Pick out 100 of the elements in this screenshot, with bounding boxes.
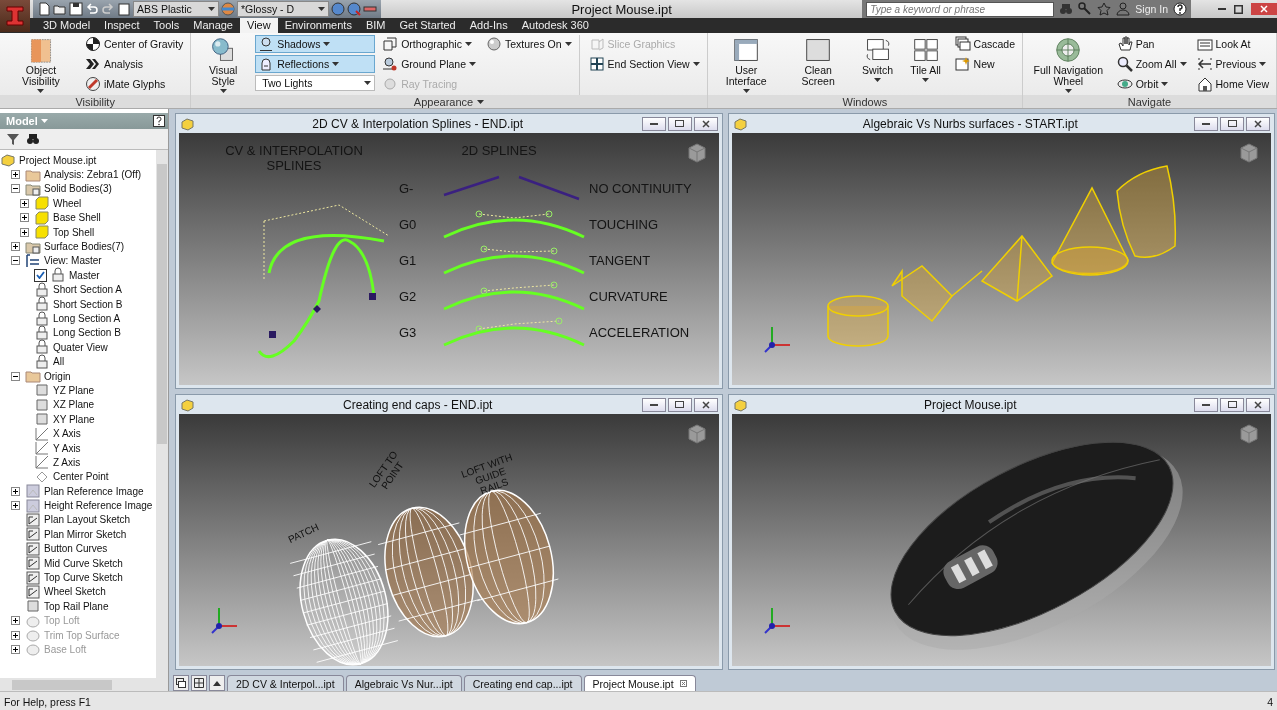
- close-button[interactable]: [693, 116, 718, 131]
- tree-item[interactable]: Long Section B: [53, 327, 121, 339]
- document-tab[interactable]: Algebraic Vs Nur...ipt: [345, 675, 462, 691]
- ribbon-tab[interactable]: Get Started: [392, 18, 463, 33]
- sign-in-link[interactable]: Sign In: [1135, 3, 1168, 15]
- expand-toggle[interactable]: [11, 242, 20, 252]
- tree-item[interactable]: All: [53, 356, 65, 368]
- ribbon-button[interactable]: Previous: [1193, 55, 1272, 73]
- view-cube-icon[interactable]: [686, 143, 707, 163]
- tree-item[interactable]: Short Section A: [53, 284, 122, 296]
- viewport[interactable]: [731, 414, 1271, 666]
- tree-item[interactable]: YZ Plane: [53, 384, 95, 396]
- cascade-button[interactable]: [173, 675, 189, 691]
- view-cube-icon[interactable]: [686, 424, 707, 444]
- ribbon-button[interactable]: Orbit: [1113, 75, 1190, 93]
- restore-button[interactable]: [1220, 116, 1244, 131]
- tree-item[interactable]: Y Axis: [53, 442, 81, 454]
- ribbon-tab[interactable]: Environments: [277, 18, 359, 33]
- expand-toggle[interactable]: [11, 256, 20, 266]
- viewport[interactable]: [731, 133, 1271, 385]
- minimize-button[interactable]: [641, 116, 666, 131]
- expand-toggle[interactable]: [20, 227, 29, 237]
- search-field[interactable]: Type a keyword or phrase: [866, 1, 1055, 17]
- ribbon-button[interactable]: Home View: [1193, 75, 1272, 93]
- expand-toggle[interactable]: [11, 371, 20, 381]
- ribbon-button[interactable]: Object Visibility: [4, 35, 78, 95]
- tree-item[interactable]: Solid Bodies(3): [44, 183, 112, 195]
- ribbon-tab[interactable]: Add-Ins: [462, 18, 515, 33]
- expand-toggle[interactable]: [11, 486, 20, 496]
- view-cube-icon[interactable]: [1239, 143, 1259, 163]
- ribbon-tab[interactable]: BIM: [358, 18, 393, 33]
- tree-item[interactable]: Plan Reference Image: [44, 485, 144, 497]
- document-tab[interactable]: 2D CV & Interpol...ipt: [227, 675, 344, 691]
- vertical-scrollbar[interactable]: [156, 150, 168, 678]
- view-cube-icon[interactable]: [1239, 424, 1259, 444]
- restore-button[interactable]: [1220, 397, 1244, 412]
- expand-toggle[interactable]: [20, 213, 29, 223]
- ribbon-button[interactable]: Analysis: [81, 55, 187, 73]
- tree-item[interactable]: Center Point: [53, 471, 109, 483]
- ribbon-button[interactable]: Shadows: [255, 35, 376, 53]
- ribbon-button[interactable]: Switch: [855, 35, 900, 84]
- ribbon-button[interactable]: Clean Screen: [784, 35, 852, 89]
- ribbon-button[interactable]: Reflections: [255, 55, 376, 73]
- material-dropdown[interactable]: ABS Plastic: [133, 1, 219, 17]
- tree-item[interactable]: Top Rail Plane: [44, 600, 109, 612]
- restore-button[interactable]: [667, 116, 692, 131]
- tree-item[interactable]: Top Curve Sketch: [44, 572, 123, 583]
- tree-item[interactable]: X Axis: [53, 428, 81, 440]
- tree-item[interactable]: Surface Bodies(7): [44, 241, 125, 253]
- document-tab[interactable]: Creating end cap...ipt: [463, 675, 582, 691]
- tree-item[interactable]: Height Reference Image: [44, 500, 153, 512]
- restore-button[interactable]: [667, 397, 692, 412]
- ribbon-button[interactable]: Textures On: [483, 35, 575, 53]
- tree-item[interactable]: View: Master: [44, 255, 102, 267]
- tree-item[interactable]: Wheel: [53, 197, 82, 209]
- ribbon-button[interactable]: Ground Plane: [379, 55, 479, 73]
- close-button[interactable]: [1246, 116, 1270, 131]
- ribbon-button[interactable]: Orthographic: [379, 35, 479, 53]
- ribbon-button[interactable]: Look At: [1193, 35, 1272, 53]
- tree-item[interactable]: Wheel Sketch: [44, 586, 106, 598]
- ribbon-button[interactable]: Visual Style: [195, 35, 252, 95]
- ribbon-tab[interactable]: 3D Model: [36, 18, 98, 33]
- tree-item[interactable]: Analysis: Zebra1 (Off): [44, 169, 142, 181]
- ribbon-button[interactable]: iMate Glyphs: [81, 75, 187, 93]
- ribbon-tab[interactable]: Autodesk 360: [514, 18, 596, 33]
- ribbon-tab[interactable]: Manage: [186, 18, 240, 33]
- tree-item[interactable]: Mid Curve Sketch: [44, 557, 123, 569]
- tree-item[interactable]: Short Section B: [53, 298, 123, 310]
- tree-item[interactable]: Top Shell: [53, 226, 95, 238]
- tree-item[interactable]: Long Section A: [53, 313, 121, 324]
- ribbon-button[interactable]: Zoom All: [1113, 55, 1190, 73]
- tree-item[interactable]: Plan Layout Sketch: [44, 514, 131, 526]
- minimize-button[interactable]: [1194, 397, 1218, 412]
- close-button[interactable]: [693, 397, 718, 412]
- tile-button[interactable]: [191, 675, 207, 691]
- ribbon-button[interactable]: Center of Gravity: [81, 35, 187, 53]
- ribbon-button[interactable]: Tile All: [903, 35, 948, 84]
- document-tab[interactable]: Project Mouse.ipt: [583, 675, 696, 691]
- tree-item[interactable]: Z Axis: [53, 456, 81, 468]
- expand-toggle[interactable]: [11, 501, 20, 511]
- ribbon-button[interactable]: Cascade: [951, 35, 1018, 53]
- tree-item[interactable]: Origin: [44, 370, 71, 382]
- tree-item[interactable]: XZ Plane: [53, 399, 95, 411]
- tree-item[interactable]: Base Shell: [53, 212, 101, 224]
- tree-item[interactable]: Quater View: [53, 341, 108, 353]
- minimize-button[interactable]: [1194, 116, 1218, 131]
- close-button[interactable]: [1246, 397, 1270, 412]
- ribbon-button[interactable]: Full Navigation Wheel: [1027, 35, 1110, 95]
- ribbon-button[interactable]: End Section View: [585, 55, 703, 73]
- tree-item[interactable]: Button Curves: [44, 543, 108, 555]
- ribbon-tab[interactable]: View: [240, 18, 278, 33]
- ribbon-button[interactable]: Pan: [1113, 35, 1190, 53]
- expand-toggle[interactable]: [11, 170, 20, 180]
- minimize-button[interactable]: [641, 397, 666, 412]
- ribbon-tab[interactable]: Inspect: [97, 18, 147, 33]
- checkbox[interactable]: [34, 268, 47, 282]
- tree-item[interactable]: Master: [69, 269, 100, 281]
- application-menu-button[interactable]: [0, 0, 30, 32]
- ribbon-button[interactable]: User Interface: [711, 35, 781, 95]
- tree-item[interactable]: Plan Mirror Sketch: [44, 528, 127, 540]
